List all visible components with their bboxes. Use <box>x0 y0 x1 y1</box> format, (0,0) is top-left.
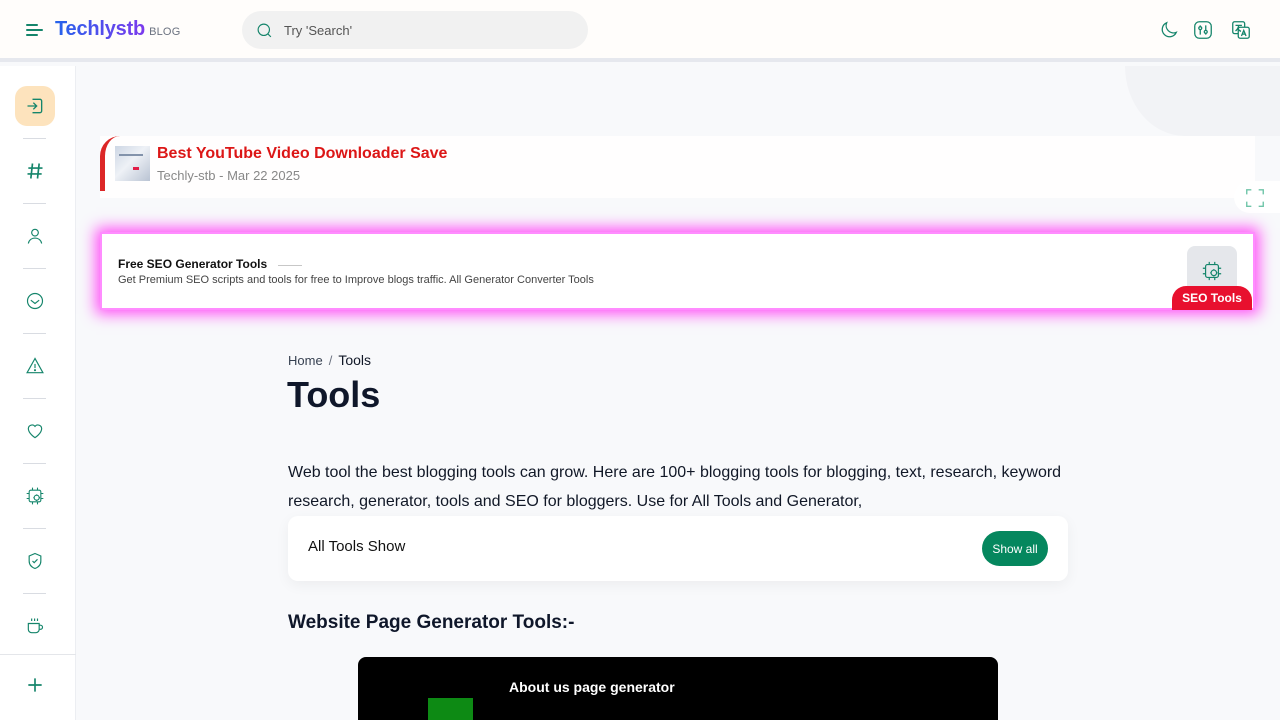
featured-post[interactable]: Best YouTube Video Downloader Save Techl… <box>100 136 1255 198</box>
sidebar-divider <box>23 333 46 334</box>
section-heading: Website Page Generator Tools:- <box>288 612 575 633</box>
sidebar-divider <box>23 528 46 529</box>
sidebar-divider <box>23 593 46 594</box>
breadcrumb-home[interactable]: Home <box>288 353 323 368</box>
featured-title[interactable]: Best YouTube Video Downloader Save <box>157 145 447 163</box>
settings-sliders-icon[interactable] <box>1192 19 1214 41</box>
decorative-corner <box>1125 66 1280 136</box>
login-button[interactable] <box>15 86 55 126</box>
show-all-button[interactable]: Show all <box>982 531 1048 566</box>
all-tools-panel: All Tools Show Show all <box>288 516 1068 581</box>
seo-card-description: Get Premium SEO scripts and tools for fr… <box>118 274 594 286</box>
breadcrumb-current: Tools <box>338 352 371 368</box>
search-bar[interactable] <box>242 11 588 49</box>
sidebar <box>0 66 76 720</box>
alert-icon[interactable] <box>25 356 45 376</box>
tool-thumbnail <box>428 698 473 720</box>
plus-icon[interactable] <box>25 675 45 695</box>
cpu-icon <box>1202 261 1222 281</box>
seo-tools-badge[interactable]: SEO Tools <box>1172 286 1252 310</box>
breadcrumb-separator: / <box>328 353 333 368</box>
sidebar-divider <box>23 398 46 399</box>
brand-name[interactable]: Techlystb <box>55 18 145 40</box>
sidebar-divider <box>23 138 46 139</box>
seo-title-divider <box>278 265 302 266</box>
seo-card-title: Free SEO Generator Tools <box>118 257 268 271</box>
sidebar-bottom-divider <box>0 654 76 655</box>
page-intro: Web tool the best blogging tools can gro… <box>288 464 1062 510</box>
sidebar-divider <box>23 203 46 204</box>
cpu-icon[interactable] <box>25 486 45 506</box>
sidebar-divider <box>23 463 46 464</box>
seo-tools-card[interactable]: Free SEO Generator Tools Get Premium SEO… <box>100 232 1255 310</box>
top-header: Techlystb BLOG <box>0 0 1280 62</box>
heart-icon[interactable] <box>25 421 45 441</box>
moon-icon[interactable] <box>1158 19 1180 41</box>
hashtag-icon[interactable] <box>25 161 45 181</box>
page-title: Tools <box>287 374 381 415</box>
menu-icon[interactable] <box>26 22 44 38</box>
featured-meta: Techly-stb - Mar 22 2025 <box>157 168 301 183</box>
tool-card[interactable]: About us page generator <box>358 657 998 720</box>
search-input[interactable] <box>284 11 574 49</box>
sidebar-divider <box>23 268 46 269</box>
fullscreen-icon <box>1246 189 1264 207</box>
featured-thumbnail[interactable] <box>115 146 150 181</box>
fullscreen-button[interactable] <box>1234 181 1280 213</box>
user-icon[interactable] <box>25 226 45 246</box>
brand-suffix: BLOG <box>149 26 181 38</box>
breadcrumb: Home / Tools <box>288 352 371 368</box>
search-icon <box>257 23 272 38</box>
all-tools-label: All Tools Show <box>308 538 406 555</box>
site-logo[interactable]: Techlystb BLOG <box>55 18 180 41</box>
inbox-icon[interactable] <box>25 291 45 311</box>
coffee-icon[interactable] <box>25 616 45 636</box>
translate-icon[interactable] <box>1230 19 1252 41</box>
shield-icon[interactable] <box>25 551 45 571</box>
login-icon <box>27 98 43 114</box>
tool-card-title[interactable]: About us page generator <box>509 679 675 695</box>
